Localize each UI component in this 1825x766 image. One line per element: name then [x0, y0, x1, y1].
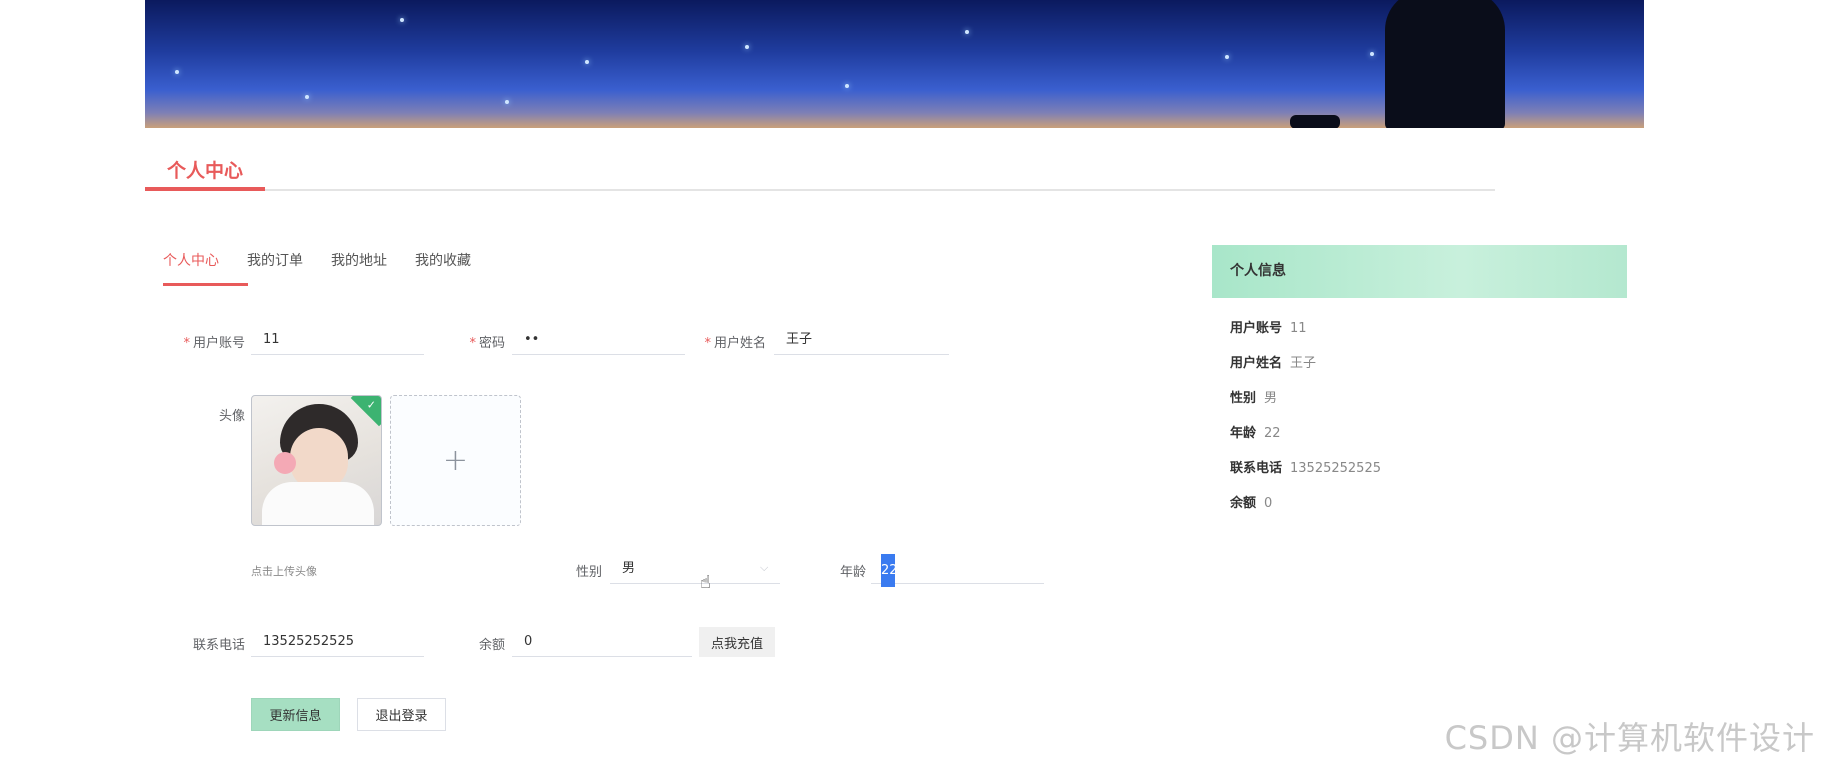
recharge-button[interactable]: 点我充值 — [699, 627, 775, 657]
upload-hint: 点击上传头像 — [251, 565, 317, 578]
info-row-phone: 联系电话 13525252525 — [1230, 461, 1381, 476]
username-input[interactable]: 11 — [251, 325, 424, 355]
gender-label: 性别 — [575, 565, 602, 580]
balance-input[interactable]: 0 — [512, 627, 692, 657]
info-panel-header: 个人信息 — [1212, 245, 1627, 298]
age-input-selected-text: 22 — [881, 554, 898, 587]
silhouette-shadow — [1290, 115, 1340, 128]
upload-avatar-button[interactable]: + — [390, 395, 521, 526]
tab-active-indicator — [163, 283, 248, 286]
tab-personal-center[interactable]: 个人中心 — [163, 250, 219, 270]
banner-image — [145, 0, 1644, 128]
section-divider — [145, 189, 1495, 191]
plus-icon: + — [442, 443, 469, 478]
password-input[interactable]: •• — [512, 325, 685, 355]
avatar-preview[interactable]: ✓ — [251, 395, 382, 526]
phone-label: 联系电话 — [192, 638, 245, 653]
realname-label: * 用户姓名 — [704, 336, 766, 351]
info-row-gender: 性别男 — [1230, 391, 1278, 406]
personal-info-panel: 个人信息 用户账号 11 用户姓名 王子 性别男 年龄 22 联系电话 13525252… — [1212, 245, 1627, 511]
info-row-age: 年龄 22 — [1230, 426, 1281, 441]
avatar-label: 头像 — [218, 409, 245, 424]
tab-my-address[interactable]: 我的地址 — [331, 250, 387, 270]
info-row-realname: 用户姓名 王子 — [1230, 356, 1317, 371]
update-info-button[interactable]: 更新信息 — [251, 698, 340, 731]
age-label: 年龄 — [839, 565, 866, 580]
info-row-username: 用户账号 11 — [1230, 321, 1307, 336]
check-icon: ✓ — [366, 398, 376, 412]
hand-cursor-icon: ☝ — [700, 572, 711, 593]
tab-my-orders[interactable]: 我的订单 — [247, 250, 303, 270]
balance-label: 余额 — [478, 638, 505, 653]
chevron-down-icon: ⌵ — [760, 561, 769, 574]
phone-input[interactable]: 13525252525 — [251, 627, 424, 657]
tab-my-favorites[interactable]: 我的收藏 — [415, 250, 471, 270]
password-label: * 密码 — [469, 336, 505, 351]
realname-input[interactable]: 王子 — [774, 325, 949, 355]
page-title: 个人中心 — [167, 160, 244, 182]
silhouette-figure — [1385, 0, 1505, 128]
logout-button[interactable]: 退出登录 — [357, 698, 446, 731]
gender-select[interactable]: 男 — [610, 554, 780, 584]
info-row-balance: 余额 0 — [1230, 496, 1273, 511]
watermark-text: CSDN @计算机软件设计 — [1444, 719, 1815, 757]
username-label: * 用户账号 — [183, 336, 245, 351]
tab-bar: 个人中心 我的订单 我的地址 我的收藏 — [163, 250, 499, 270]
page-title-underline — [145, 187, 265, 191]
